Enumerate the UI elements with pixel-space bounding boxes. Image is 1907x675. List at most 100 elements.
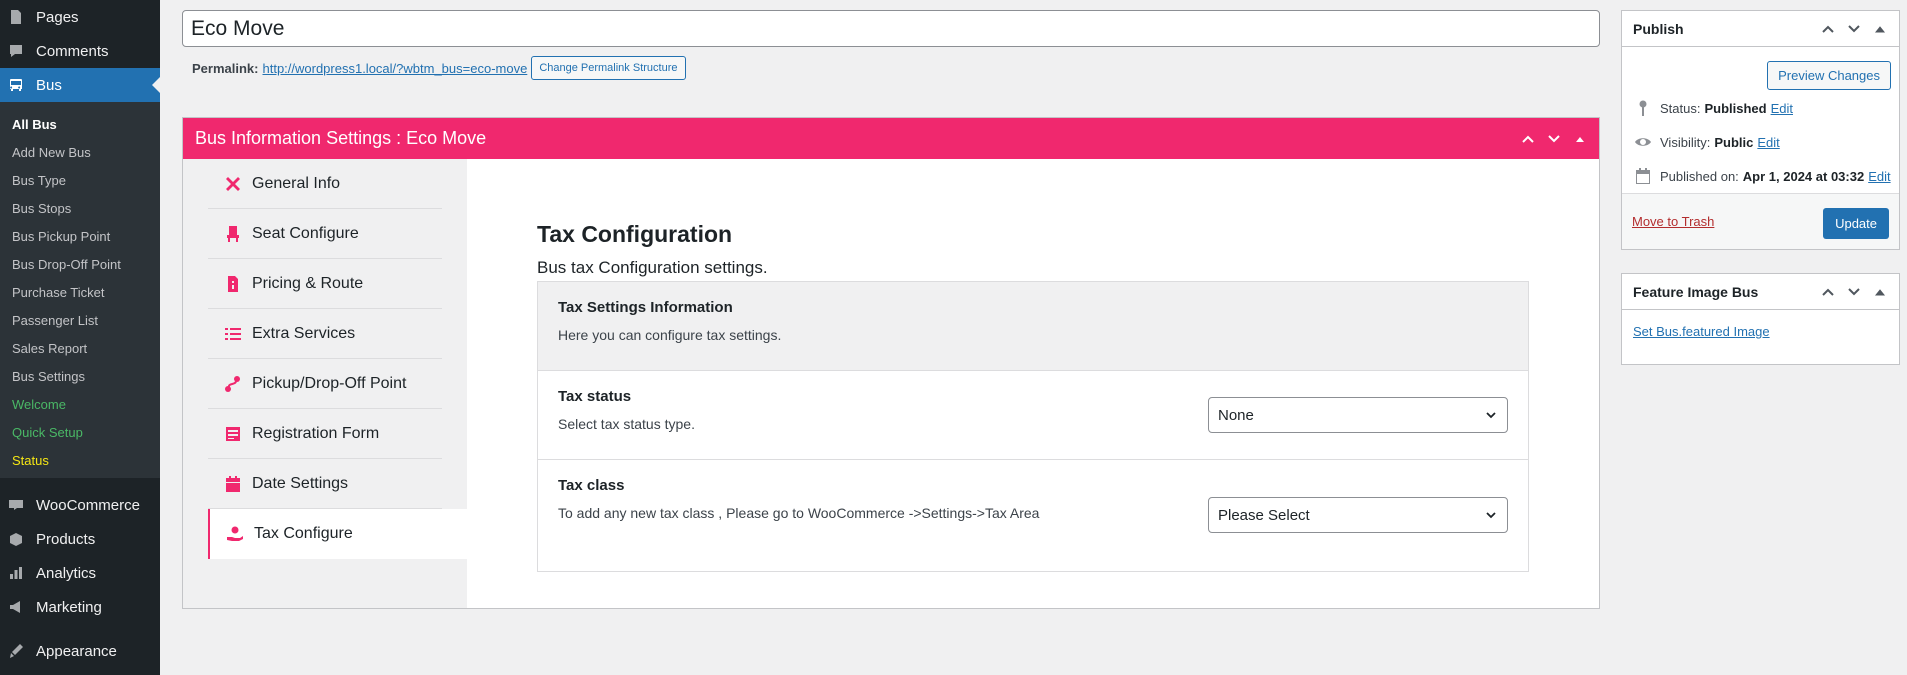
- chevron-up-icon: [1822, 25, 1834, 33]
- tab-label: Tax Configure: [254, 525, 353, 542]
- metabox-controls: [1515, 118, 1593, 159]
- toggle-panel-button[interactable]: [1867, 16, 1893, 42]
- products-icon: [10, 533, 22, 546]
- menu-bus[interactable]: Bus: [0, 68, 160, 102]
- tab-general-info[interactable]: General Info: [208, 159, 442, 209]
- pin-icon: [1639, 100, 1647, 116]
- move-up-button[interactable]: [1515, 126, 1541, 152]
- submenu-all-bus[interactable]: All Bus: [0, 110, 160, 138]
- tab-label: Pricing & Route: [252, 274, 364, 292]
- menu-separator: [0, 624, 160, 634]
- toggle-panel-button[interactable]: [1567, 126, 1593, 152]
- change-permalink-button[interactable]: Change Permalink Structure: [531, 56, 686, 80]
- move-up-button[interactable]: [1815, 16, 1841, 42]
- tab-seat-configure[interactable]: Seat Configure: [208, 209, 442, 259]
- feature-image-header: Feature Image Bus: [1622, 274, 1899, 310]
- publish-header: Publish: [1622, 11, 1899, 47]
- menu-separator: [0, 478, 160, 488]
- tax-status-select[interactable]: None: [1208, 397, 1508, 433]
- menu-comments[interactable]: Comments: [0, 34, 160, 68]
- move-down-button[interactable]: [1841, 16, 1867, 42]
- permalink-url-link[interactable]: http://wordpress1.local/?wbtm_bus=eco-mo…: [262, 61, 527, 76]
- move-down-button[interactable]: [1541, 126, 1567, 152]
- status-line: Status: Published Edit: [1634, 99, 1793, 117]
- pages-icon: [11, 10, 21, 24]
- tab-label: General Info: [252, 174, 341, 192]
- publish-title: Publish: [1633, 20, 1684, 37]
- move-to-trash-link[interactable]: Move to Trash: [1632, 214, 1714, 229]
- post-title-input[interactable]: [182, 10, 1600, 47]
- published-on-edit-link[interactable]: Edit: [1868, 169, 1890, 184]
- menu-analytics[interactable]: Analytics: [0, 556, 160, 590]
- submenu-bus-drop-off-point[interactable]: Bus Drop-Off Point: [0, 250, 160, 278]
- menu-label: Marketing: [36, 598, 102, 616]
- submenu-bus-type[interactable]: Bus Type: [0, 166, 160, 194]
- submenu-purchase-ticket[interactable]: Purchase Ticket: [0, 278, 160, 306]
- tab-extra-services[interactable]: Extra Services: [208, 309, 442, 359]
- form-icon: [226, 426, 240, 441]
- tax-subheading: Bus tax Configuration settings.: [537, 258, 768, 277]
- status-edit-link[interactable]: Edit: [1771, 101, 1793, 116]
- published-on-label: Published on:: [1660, 168, 1739, 184]
- submenu-status[interactable]: Status: [0, 446, 160, 474]
- bus-information-metabox: Bus Information Settings : Eco Move Gene…: [182, 117, 1600, 609]
- comments-icon: [10, 45, 22, 57]
- chevron-up-icon: [1822, 288, 1834, 296]
- tax-class-select[interactable]: Please Select: [1208, 497, 1508, 533]
- tax-heading: Tax Configuration: [537, 221, 733, 247]
- tax-class-desc: To add any new tax class , Please go to …: [558, 505, 1040, 521]
- menu-pages[interactable]: Pages: [0, 0, 160, 34]
- preview-changes-button[interactable]: Preview Changes: [1767, 61, 1891, 90]
- move-down-button[interactable]: [1841, 279, 1867, 305]
- menu-woocommerce[interactable]: WooCommerce: [0, 488, 160, 522]
- tab-pickup-drop-off-point[interactable]: Pickup/Drop-Off Point: [208, 359, 442, 409]
- permalink-bar: Permalink: http://wordpress1.local/?wbtm…: [192, 55, 686, 81]
- move-up-button[interactable]: [1815, 279, 1841, 305]
- visibility-label: Visibility:: [1660, 134, 1711, 150]
- woocommerce-icon: [9, 500, 23, 510]
- submenu-bus-settings[interactable]: Bus Settings: [0, 362, 160, 390]
- publish-controls: [1815, 11, 1893, 46]
- seat-icon: [227, 225, 239, 242]
- menu-appearance[interactable]: Appearance: [0, 634, 160, 668]
- submenu-sales-report[interactable]: Sales Report: [0, 334, 160, 362]
- permalink-label: Permalink:: [192, 60, 259, 76]
- tax-configuration-panel: Tax Configuration Bus tax Configuration …: [537, 159, 1537, 572]
- tab-label: Registration Form: [252, 424, 380, 442]
- pricing-icon: [228, 275, 238, 292]
- feature-image-title: Feature Image Bus: [1633, 283, 1759, 300]
- tab-tax-configure[interactable]: Tax Configure: [208, 509, 467, 559]
- visibility-line: Visibility: Public Edit: [1634, 133, 1780, 151]
- update-button[interactable]: Update: [1823, 208, 1889, 239]
- submenu-welcome[interactable]: Welcome: [0, 390, 160, 418]
- eye-icon: [1635, 138, 1651, 146]
- tax-class-title: Tax class: [558, 477, 625, 494]
- tab-label: Extra Services: [252, 324, 356, 342]
- submenu-bus-stops[interactable]: Bus Stops: [0, 194, 160, 222]
- submenu-quick-setup[interactable]: Quick Setup: [0, 418, 160, 446]
- publish-metabox: Publish Preview Changes Status: Publishe…: [1621, 10, 1900, 250]
- visibility-edit-link[interactable]: Edit: [1757, 135, 1779, 150]
- menu-label: Bus: [36, 76, 62, 94]
- published-on-line: Published on: Apr 1, 2024 at 03:32 Edit: [1634, 167, 1891, 185]
- status-label: Status:: [1660, 100, 1701, 116]
- publish-actions: Move to Trash Update: [1622, 193, 1899, 249]
- tab-label: Date Settings: [252, 474, 349, 492]
- list-icon: [225, 327, 241, 340]
- menu-products[interactable]: Products: [0, 522, 160, 556]
- submenu-add-new-bus[interactable]: Add New Bus: [0, 138, 160, 166]
- menu-label: WooCommerce: [36, 496, 140, 514]
- submenu-passenger-list[interactable]: Passenger List: [0, 306, 160, 334]
- submenu-bus-pickup-point[interactable]: Bus Pickup Point: [0, 222, 160, 250]
- toggle-panel-button[interactable]: [1867, 279, 1893, 305]
- chevron-down-icon: [1486, 412, 1496, 419]
- menu-label: Comments: [36, 42, 109, 60]
- marketing-icon: [10, 601, 20, 613]
- tab-pricing-route[interactable]: Pricing & Route: [208, 259, 442, 309]
- menu-marketing[interactable]: Marketing: [0, 590, 160, 624]
- visibility-value: Public: [1714, 134, 1754, 150]
- tab-date-settings[interactable]: Date Settings: [208, 459, 442, 509]
- set-featured-image-link[interactable]: Set Bus.featured Image: [1633, 324, 1770, 339]
- tab-registration-form[interactable]: Registration Form: [208, 409, 442, 459]
- bus-submenu: All Bus Add New Bus Bus Type Bus Stops B…: [0, 102, 160, 478]
